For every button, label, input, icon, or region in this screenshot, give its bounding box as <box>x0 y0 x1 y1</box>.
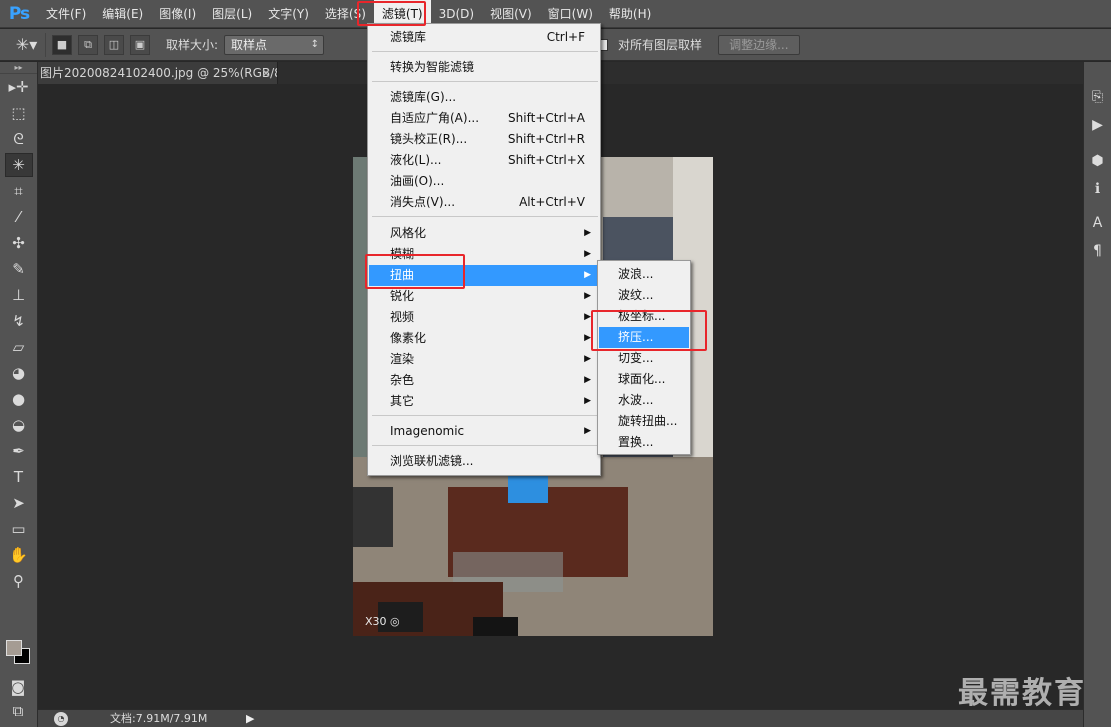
photoshop-logo: Ps <box>8 3 30 24</box>
menu-file[interactable]: 文件(F) <box>38 0 94 28</box>
rectangle-tool-icon[interactable]: ▭ <box>5 517 33 541</box>
all-layers-label: 对所有图层取样 <box>618 38 703 52</box>
status-info-icon[interactable]: ◔ <box>54 712 68 726</box>
filter-menu-dropdown: 滤镜库 Ctrl+F 转换为智能滤镜 滤镜库(G)... 自适应广角(A)... S… <box>367 23 601 476</box>
adaptive-wide-angle[interactable]: 自适应广角(A)... Shift+Ctrl+A <box>369 108 599 129</box>
blur-tool-icon[interactable]: ● <box>5 387 33 411</box>
status-bar: ◔ 文档:7.91M/7.91M ▶ <box>38 709 1083 727</box>
crop-tool-icon[interactable]: ⌗ <box>5 179 33 203</box>
imagenomic-submenu[interactable]: Imagenomic ▶ <box>369 421 599 442</box>
add-selection-icon[interactable]: ⧉ <box>78 34 98 55</box>
liquify[interactable]: 液化(L)... Shift+Ctrl+X <box>369 150 599 171</box>
hand-tool-icon[interactable]: ✋ <box>5 543 33 567</box>
displace-filter[interactable]: 置换... <box>599 432 689 453</box>
submenu-arrow-icon: ▶ <box>584 228 591 238</box>
marquee-tool-icon[interactable]: ⬚ <box>5 101 33 125</box>
right-panel-dock: ⎘ ▶ ⬢ ℹ A ¶ <box>1083 62 1111 727</box>
new-selection-icon[interactable]: ■ <box>52 34 72 55</box>
sample-size-label: 取样大小: <box>166 38 219 52</box>
status-menu-arrow-icon[interactable]: ▶ <box>246 710 254 727</box>
submenu-arrow-icon: ▶ <box>584 375 591 385</box>
shear-filter[interactable]: 切变... <box>599 348 689 369</box>
spherize-filter[interactable]: 球面化... <box>599 369 689 390</box>
magic-wand-tool-icon[interactable]: ✳ <box>4 153 33 177</box>
type-tool-icon[interactable]: T <box>5 465 33 489</box>
stamp-tool-icon[interactable]: ⊥ <box>5 283 33 307</box>
oil-paint[interactable]: 油画(O)... <box>369 171 599 192</box>
brush-tool-icon[interactable]: ✎ <box>5 257 33 281</box>
menu-select[interactable]: 选择(S) <box>317 0 374 28</box>
polar-coordinates-filter[interactable]: 极坐标... <box>599 306 689 327</box>
paint-bucket-tool-icon[interactable]: ◕ <box>5 361 33 385</box>
eraser-tool-icon[interactable]: ▱ <box>5 335 33 359</box>
twirl-filter[interactable]: 旋转扭曲... <box>599 411 689 432</box>
history-panel-icon[interactable]: ⎘ <box>1087 86 1109 108</box>
sharpen-submenu[interactable]: 锐化 ▶ <box>369 286 599 307</box>
zoom-tool-icon[interactable]: ⚲ <box>5 569 33 593</box>
photo-watermark: X30 ◎ <box>365 615 400 628</box>
history-brush-tool-icon[interactable]: ↯ <box>5 309 33 333</box>
distort-submenu[interactable]: 扭曲 ▶ <box>369 265 599 286</box>
zigzag-filter[interactable]: 水波... <box>599 390 689 411</box>
pixelate-submenu[interactable]: 像素化 ▶ <box>369 328 599 349</box>
ripple-filter[interactable]: 波纹... <box>599 285 689 306</box>
document-tab-title: 图片20200824102400.jpg @ 25%(RGB/8#) <box>40 66 278 80</box>
path-selection-tool-icon[interactable]: ➤ <box>5 491 33 515</box>
subtract-selection-icon[interactable]: ◫ <box>104 34 124 55</box>
healing-brush-tool-icon[interactable]: ✣ <box>5 231 33 255</box>
document-size: 文档:7.91M/7.91M <box>110 712 208 725</box>
close-tab-icon[interactable]: × <box>261 62 271 84</box>
quick-mask-icon[interactable]: ◙ <box>4 675 32 699</box>
tools-panel: ▸▸ ▸✛ ⬚ ᘓ ✳ ⌗ ⁄ ✣ ✎ ⊥ ↯ ▱ ◕ ● ◒ ✒ T ➤ ▭ … <box>0 62 38 727</box>
menu-image[interactable]: 图像(I) <box>151 0 204 28</box>
submenu-arrow-icon: ▶ <box>584 270 591 280</box>
site-watermark: 最需教育 <box>958 676 1086 711</box>
submenu-arrow-icon: ▶ <box>584 354 591 364</box>
sample-size-select[interactable]: 取样点 <box>224 34 325 55</box>
convert-smart-filter[interactable]: 转换为智能滤镜 <box>369 57 599 78</box>
filter-gallery[interactable]: 滤镜库(G)... <box>369 87 599 108</box>
lens-correction[interactable]: 镜头校正(R)... Shift+Ctrl+R <box>369 129 599 150</box>
panel-grip[interactable]: ▸▸ <box>0 62 37 74</box>
actions-panel-icon[interactable]: ▶ <box>1087 114 1109 136</box>
stylize-submenu[interactable]: 风格化 ▶ <box>369 223 599 244</box>
dodge-tool-icon[interactable]: ◒ <box>5 413 33 437</box>
refine-edge-button[interactable]: 调整边缘... <box>718 34 800 55</box>
menu-type[interactable]: 文字(Y) <box>260 0 317 28</box>
render-submenu[interactable]: 渲染 ▶ <box>369 349 599 370</box>
blur-submenu[interactable]: 模糊 ▶ <box>369 244 599 265</box>
submenu-arrow-icon: ▶ <box>584 333 591 343</box>
submenu-arrow-icon: ▶ <box>584 249 591 259</box>
screen-mode-icon[interactable]: ⧉ <box>4 699 32 723</box>
lasso-tool-icon[interactable]: ᘓ <box>5 127 33 151</box>
move-tool-icon[interactable]: ▸✛ <box>5 75 33 99</box>
submenu-arrow-icon: ▶ <box>584 396 591 406</box>
menu-layer[interactable]: 图层(L) <box>204 0 260 28</box>
browse-filters-online[interactable]: 浏览联机滤镜... <box>369 451 599 472</box>
info-panel-icon[interactable]: ℹ <box>1087 178 1109 200</box>
pinch-filter[interactable]: 挤压... <box>599 327 689 348</box>
submenu-arrow-icon: ▶ <box>584 426 591 436</box>
distort-submenu-panel: 波浪... 波纹... 极坐标... 挤压... 切变... 球面化... 水波… <box>597 260 691 455</box>
submenu-arrow-icon: ▶ <box>584 291 591 301</box>
other-submenu[interactable]: 其它 ▶ <box>369 391 599 412</box>
video-submenu[interactable]: 视频 ▶ <box>369 307 599 328</box>
3d-panel-icon[interactable]: ⬢ <box>1087 150 1109 172</box>
submenu-arrow-icon: ▶ <box>584 312 591 322</box>
filter-gallery-last[interactable]: 滤镜库 Ctrl+F <box>369 27 599 48</box>
foreground-color-swatch[interactable] <box>6 640 22 656</box>
intersect-selection-icon[interactable]: ▣ <box>130 34 150 55</box>
pen-tool-icon[interactable]: ✒ <box>5 439 33 463</box>
document-tab[interactable]: 图片20200824102400.jpg @ 25%(RGB/8#) × <box>38 62 278 84</box>
menu-edit[interactable]: 编辑(E) <box>94 0 151 28</box>
eyedropper-tool-icon[interactable]: ⁄ <box>5 205 33 229</box>
menu-help[interactable]: 帮助(H) <box>601 0 659 28</box>
vanishing-point[interactable]: 消失点(V)... Alt+Ctrl+V <box>369 192 599 213</box>
character-panel-icon[interactable]: A <box>1087 212 1109 234</box>
magic-wand-icon[interactable]: ✳▾ <box>8 32 46 57</box>
wave-filter[interactable]: 波浪... <box>599 264 689 285</box>
noise-submenu[interactable]: 杂色 ▶ <box>369 370 599 391</box>
paragraph-panel-icon[interactable]: ¶ <box>1087 240 1109 262</box>
